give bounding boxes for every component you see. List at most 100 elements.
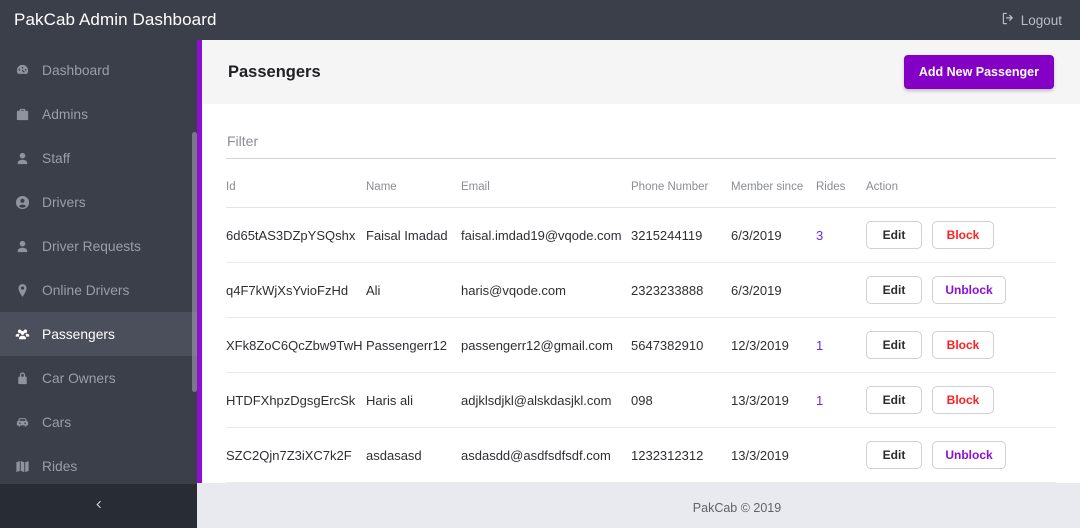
footer: PakCab © 2019 [394,487,1080,528]
column-header-name: Name [366,159,461,208]
cell-member-since: 12/3/2019 [731,317,816,373]
column-header-email: Email [461,159,631,208]
table-header: Id Name Email Phone Number Member since … [226,159,1056,208]
unblock-button[interactable]: Unblock [932,276,1006,304]
logout-button[interactable]: Logout [1002,12,1062,28]
cell-action: Edit Block [866,372,1056,428]
cell-id: q4F7kWjXsYvioFzHd [226,262,366,318]
accent-bar [197,40,202,483]
passengers-card: Passengers Add New Passenger Id Name [202,40,1080,483]
map-icon [14,459,31,474]
chevron-left-icon [93,497,104,515]
sidebar-item-label: Passengers [42,326,115,342]
sidebar-item-drivers[interactable]: Drivers [0,180,197,224]
block-button[interactable]: Block [932,331,994,359]
cell-id: HTDFXhpzDgsgErcSk [226,372,366,428]
sidebar-collapse-button[interactable] [0,484,197,528]
sidebar-item-label: Staff [42,150,71,166]
table-row: XFk8ZoC6QcZbw9TwH Passengerr12 passenger… [226,317,1056,373]
cell-email: adjklsdjkl@alskdasjkl.com [461,372,631,428]
cell-phone: 098 [631,372,731,428]
sidebar-item-label: Rides [42,458,78,474]
cell-rides [816,262,866,318]
table-row: SZC2Qjn7Z3iXC7k2F asdasasd asdasdd@asdfs… [226,427,1056,483]
rides-count-link[interactable]: 1 [816,338,823,353]
table-row: HTDFXhpzDgsgErcSk Haris ali adjklsdjkl@a… [226,372,1056,428]
cell-rides: 3 [816,207,866,263]
filter-input[interactable] [226,130,1056,159]
cell-id: XFk8ZoC6QcZbw9TwH [226,317,366,373]
column-header-id: Id [226,159,366,208]
add-new-passenger-button[interactable]: Add New Passenger [903,55,1054,89]
sidebar-item-online-drivers[interactable]: Online Drivers [0,268,197,312]
column-header-member-since: Member since [731,159,816,208]
block-button[interactable]: Block [932,221,994,249]
column-header-action: Action [866,159,1056,208]
table-header-row: Id Name Email Phone Number Member since … [226,159,1056,208]
logout-icon [1002,12,1015,28]
cell-rides [816,427,866,483]
cell-email: haris@vqode.com [461,262,631,318]
rides-count-link[interactable]: 1 [816,393,823,408]
table-row: q4F7kWjXsYvioFzHd Ali haris@vqode.com 23… [226,262,1056,318]
passengers-table: Id Name Email Phone Number Member since … [226,159,1056,483]
sidebar-item-label: Drivers [42,194,86,210]
cell-email: asdasdd@asdfsdfsdf.com [461,427,631,483]
cell-action: Edit Unblock [866,262,1056,318]
edit-button[interactable]: Edit [866,221,922,249]
sidebar-item-staff[interactable]: Staff [0,136,197,180]
sidebar-nav: Dashboard Admins Staff Drivers Driver Re… [0,40,197,488]
cell-action: Edit Unblock [866,427,1056,483]
sidebar-item-driver-requests[interactable]: Driver Requests [0,224,197,268]
column-header-phone: Phone Number [631,159,731,208]
users-icon [14,327,31,342]
cell-name: Haris ali [366,372,461,428]
sidebar-item-label: Dashboard [42,62,110,78]
rides-count-link[interactable]: 3 [816,228,823,243]
edit-button[interactable]: Edit [866,331,922,359]
cell-rides: 1 [816,317,866,373]
sidebar-item-passengers[interactable]: Passengers [0,312,197,356]
edit-button[interactable]: Edit [866,441,922,469]
cell-email: passengerr12@gmail.com [461,317,631,373]
edit-button[interactable]: Edit [866,276,922,304]
cell-name: Ali [366,262,461,318]
cell-phone: 3215244119 [631,207,731,263]
cell-member-since: 13/3/2019 [731,427,816,483]
main-content: Passengers Add New Passenger Id Name [197,40,1080,528]
speedometer-icon [14,63,31,78]
user-icon [14,239,31,254]
sidebar-item-label: Cars [42,414,72,430]
cell-phone: 1232312312 [631,427,731,483]
sidebar: Dashboard Admins Staff Drivers Driver Re… [0,40,197,528]
cell-name: Passengerr12 [366,317,461,373]
map-pin-icon [14,283,31,298]
user-icon [14,151,31,166]
sidebar-item-admins[interactable]: Admins [0,92,197,136]
cell-id: 6d65tAS3DZpYSQshx [226,207,366,263]
sidebar-item-label: Driver Requests [42,238,141,254]
sidebar-item-label: Online Drivers [42,282,130,298]
cell-rides: 1 [816,372,866,428]
sidebar-item-car-owners[interactable]: Car Owners [0,356,197,400]
cell-member-since: 6/3/2019 [731,262,816,318]
unblock-button[interactable]: Unblock [932,441,1006,469]
sidebar-item-rides[interactable]: Rides [0,444,197,488]
cell-id: SZC2Qjn7Z3iXC7k2F [226,427,366,483]
sidebar-item-cars[interactable]: Cars [0,400,197,444]
passengers-table-wrapper: Id Name Email Phone Number Member since … [202,159,1080,483]
edit-button[interactable]: Edit [866,386,922,414]
cell-member-since: 13/3/2019 [731,372,816,428]
lock-icon [14,371,31,386]
cell-email: faisal.imdad19@vqode.com [461,207,631,263]
column-header-rides: Rides [816,159,866,208]
cell-phone: 2323233888 [631,262,731,318]
table-row: 6d65tAS3DZpYSQshx Faisal Imadad faisal.i… [226,207,1056,263]
block-button[interactable]: Block [932,386,994,414]
table-body: 6d65tAS3DZpYSQshx Faisal Imadad faisal.i… [226,207,1056,483]
cell-action: Edit Block [866,207,1056,263]
cell-action: Edit Block [866,317,1056,373]
filter-section [202,104,1080,159]
sidebar-item-label: Admins [42,106,89,122]
sidebar-item-dashboard[interactable]: Dashboard [0,48,197,92]
